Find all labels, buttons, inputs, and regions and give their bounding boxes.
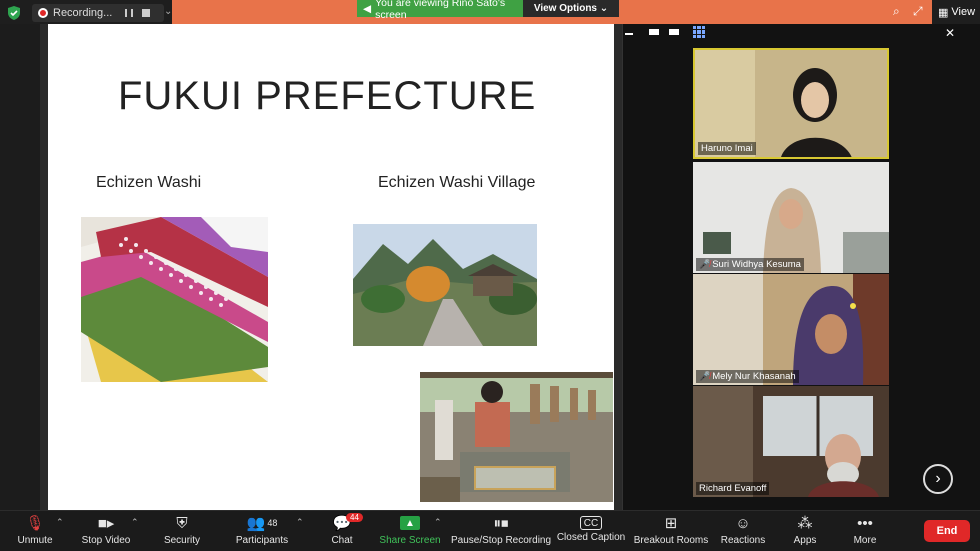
view-options-label: View Options bbox=[533, 3, 597, 14]
participant-name-label: 🎤̸ Suri Widhya Kesuma bbox=[696, 258, 804, 271]
slide-title: FUKUI PREFECTURE bbox=[118, 74, 537, 118]
chevron-right-icon: › bbox=[935, 470, 941, 487]
participant-video bbox=[693, 162, 889, 273]
more-dots-icon: ••• bbox=[857, 514, 873, 532]
participant-tile[interactable]: 🎤̸ Suri Widhya Kesuma bbox=[693, 162, 889, 273]
presentation-slide: FUKUI PREFECTURE Echizen Washi Echizen W… bbox=[48, 24, 614, 510]
security-shield-icon: ⛨ bbox=[176, 514, 188, 532]
participants-icon: 👥 48 bbox=[246, 515, 278, 532]
meeting-toolbar: 🎙 Unmute ⌃ ■▸ Stop Video ⌃ ⛨ Security 👥 4… bbox=[0, 510, 980, 551]
slide-label-village: Echizen Washi Village bbox=[378, 174, 536, 191]
share-screen-button[interactable]: ▲ Share Screen bbox=[379, 513, 441, 551]
participant-tile[interactable]: Haruno Imai bbox=[693, 48, 889, 159]
slide-label-washi: Echizen Washi bbox=[96, 174, 202, 191]
speaker-view-icon[interactable] bbox=[649, 29, 659, 35]
closed-caption-button[interactable]: CC Closed Caption bbox=[556, 513, 626, 551]
breakout-rooms-label: Breakout Rooms bbox=[633, 535, 709, 546]
participant-tile[interactable]: Richard Evanoff bbox=[693, 386, 889, 497]
recording-label: Recording... bbox=[53, 7, 113, 19]
chevron-up-icon[interactable]: ⌃ bbox=[56, 517, 64, 528]
reactions-label: Reactions bbox=[720, 535, 766, 546]
more-label: More bbox=[853, 535, 877, 546]
pause-stop-recording-button[interactable]: ⏸⏹ Pause/Stop Recording bbox=[450, 513, 552, 551]
participant-name: Mely Nur Khasanah bbox=[712, 371, 796, 382]
stop-recording-icon[interactable] bbox=[142, 9, 151, 17]
stop-video-button[interactable]: ■▸ Stop Video bbox=[80, 513, 132, 551]
close-icon[interactable]: ✕ bbox=[945, 26, 955, 40]
participants-label: Participants bbox=[235, 535, 289, 546]
participant-name: Richard Evanoff bbox=[699, 483, 767, 494]
apps-icon: ⁂ bbox=[797, 515, 813, 532]
end-meeting-button[interactable]: End bbox=[924, 520, 970, 542]
viewing-banner-text: You are viewing Rino Sato's screen bbox=[375, 0, 506, 21]
recording-control-label: Pause/Stop Recording bbox=[450, 535, 552, 546]
workshop-photo bbox=[420, 372, 613, 502]
participant-name-label: 🎤̸ Mely Nur Khasanah bbox=[696, 370, 799, 383]
washi-paper-image bbox=[81, 217, 268, 382]
breakout-rooms-button[interactable]: ⊞ Breakout Rooms bbox=[634, 513, 708, 551]
cc-icon: CC bbox=[579, 516, 603, 530]
reaction-smile-icon: ☺ bbox=[735, 514, 751, 532]
participant-tile[interactable]: 🎤̸ Mely Nur Khasanah bbox=[693, 274, 889, 385]
microphone-muted-icon: 🎙 bbox=[25, 515, 45, 532]
strip-view-icon[interactable] bbox=[669, 29, 679, 35]
unmute-label: Unmute bbox=[17, 535, 53, 546]
grid-icon: ▦ bbox=[938, 6, 949, 19]
video-gallery: ✕ Haruno Imai 🎤̸ Suri Widhya Kesuma 🎤̸ M… bbox=[622, 24, 980, 510]
participant-name: Suri Widhya Kesuma bbox=[712, 259, 801, 270]
participants-button[interactable]: 👥 48 Participants bbox=[234, 513, 290, 551]
view-label: View bbox=[951, 6, 976, 18]
more-button[interactable]: ••• More bbox=[850, 513, 880, 551]
microphone-muted-icon: 🎤̸ bbox=[699, 371, 711, 381]
share-screen-label: Share Screen bbox=[379, 535, 441, 546]
chevron-up-icon[interactable]: ⌃ bbox=[131, 517, 139, 528]
participant-name-label: Haruno Imai bbox=[698, 142, 756, 155]
zoom-window: Recording... ⌄ ◀ You are viewing Rino Sa… bbox=[0, 0, 980, 551]
shared-screen: FUKUI PREFECTURE Echizen Washi Echizen W… bbox=[40, 24, 622, 510]
video-camera-icon: ■▸ bbox=[97, 515, 115, 532]
participant-name: Haruno Imai bbox=[701, 143, 753, 154]
participant-video bbox=[693, 386, 889, 497]
recording-indicator[interactable]: Recording... bbox=[32, 4, 164, 22]
view-button[interactable]: ▦ View bbox=[932, 0, 980, 24]
chevron-up-icon[interactable]: ⌃ bbox=[296, 517, 304, 528]
search-icon[interactable]: ⌕ bbox=[893, 4, 900, 19]
participant-video bbox=[693, 274, 889, 385]
chat-label: Chat bbox=[331, 535, 353, 546]
apps-label: Apps bbox=[793, 535, 817, 546]
viewing-banner: ◀ You are viewing Rino Sato's screen bbox=[357, 0, 523, 21]
grid-view-icon[interactable] bbox=[693, 26, 705, 38]
shield-icon[interactable] bbox=[6, 5, 22, 21]
fullscreen-icon[interactable]: ⤢ bbox=[913, 4, 923, 19]
closed-caption-label: Closed Caption bbox=[556, 532, 626, 543]
washi-village-image bbox=[353, 224, 537, 346]
top-bar: Recording... ⌄ ◀ You are viewing Rino Sa… bbox=[0, 0, 980, 24]
unmute-button[interactable]: 🎙 Unmute bbox=[14, 513, 56, 551]
record-icon bbox=[38, 8, 48, 18]
stop-video-label: Stop Video bbox=[81, 535, 131, 546]
security-label: Security bbox=[163, 535, 201, 546]
security-button[interactable]: ⛨ Security bbox=[160, 513, 204, 551]
reactions-button[interactable]: ☺ Reactions bbox=[720, 513, 766, 551]
minimize-icon[interactable] bbox=[625, 33, 633, 35]
chevron-up-icon[interactable]: ⌃ bbox=[434, 517, 442, 528]
next-page-button[interactable]: › bbox=[923, 464, 953, 494]
breakout-grid-icon: ⊞ bbox=[664, 515, 678, 532]
pause-recording-icon[interactable] bbox=[125, 9, 134, 17]
view-options-button[interactable]: View Options ⌄ bbox=[523, 0, 619, 17]
gallery-toolbar: ✕ bbox=[623, 24, 980, 42]
chat-unread-badge: 44 bbox=[346, 513, 363, 522]
apps-button[interactable]: ⁂ Apps bbox=[790, 513, 820, 551]
screen-share-icon: ◀ bbox=[363, 2, 372, 15]
microphone-muted-icon: 🎤̸ bbox=[699, 259, 711, 269]
share-arrow-icon: ▲ bbox=[400, 516, 420, 530]
pause-stop-icon: ⏸⏹ bbox=[493, 514, 509, 532]
participants-count: 48 bbox=[267, 518, 278, 528]
participant-name-label: Richard Evanoff bbox=[696, 482, 770, 495]
chevron-down-icon: ⌄ bbox=[597, 3, 609, 14]
